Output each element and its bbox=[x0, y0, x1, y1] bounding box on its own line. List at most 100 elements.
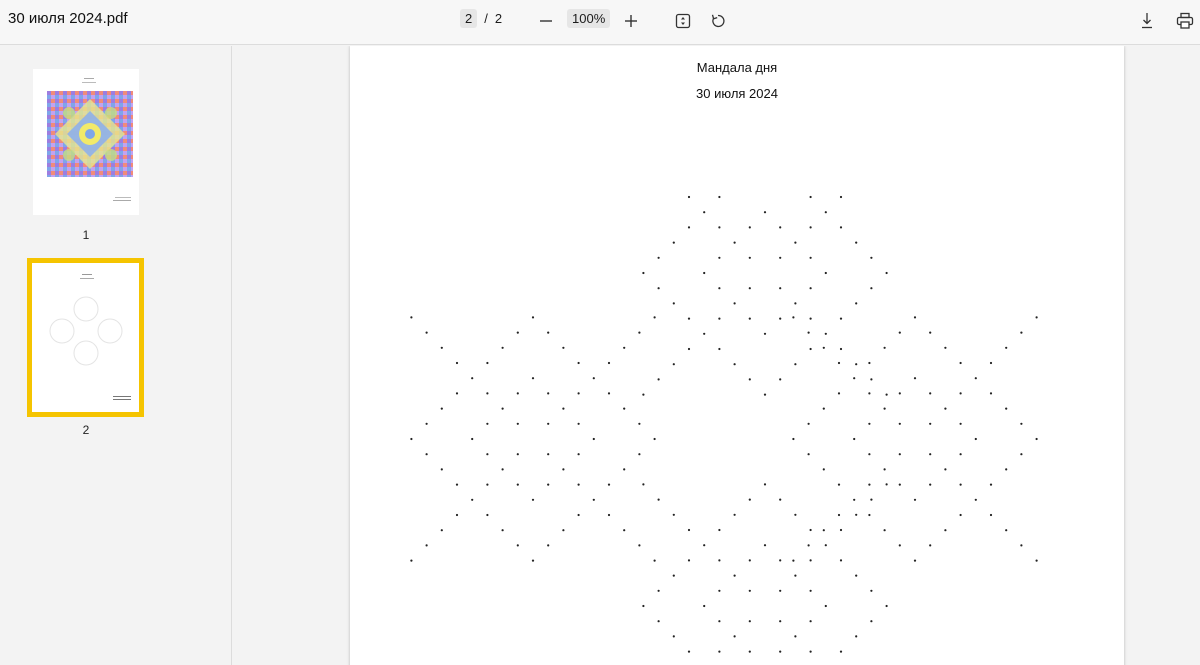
mandala-dot bbox=[779, 287, 782, 290]
thumbnail-page-1[interactable] bbox=[33, 69, 139, 215]
mandala-dot bbox=[868, 392, 871, 395]
mandala-dot bbox=[868, 453, 871, 456]
thumb-title-line bbox=[80, 278, 94, 279]
mandala-dot bbox=[657, 498, 660, 501]
mandala-dot bbox=[410, 316, 413, 319]
fit-page-icon bbox=[675, 13, 691, 29]
mandala-dot bbox=[531, 316, 535, 319]
mandala-dot bbox=[1020, 422, 1023, 425]
mandala-dot bbox=[703, 271, 706, 275]
mandala-dot bbox=[809, 620, 812, 623]
print-button[interactable] bbox=[1170, 7, 1200, 35]
mandala-dot bbox=[623, 346, 626, 349]
mandala-dot bbox=[883, 468, 886, 471]
mandala-dot bbox=[577, 392, 580, 395]
mandala-dot bbox=[792, 437, 795, 441]
mandala-dot bbox=[822, 407, 825, 410]
mandala-dot bbox=[687, 650, 691, 653]
thumb-title-line bbox=[82, 82, 96, 83]
mandala-dot bbox=[607, 392, 611, 395]
mandala-dot bbox=[839, 347, 843, 351]
mandala-dot bbox=[885, 483, 888, 486]
mandala-dot bbox=[547, 483, 550, 486]
mandala-dot bbox=[1035, 316, 1038, 319]
mandala-dot bbox=[547, 392, 550, 395]
rotate-button[interactable] bbox=[703, 7, 733, 35]
mandala-thumbnail-image bbox=[47, 91, 133, 177]
mandala-dot bbox=[607, 483, 611, 486]
mandala-dot bbox=[748, 498, 751, 501]
mandala-dot bbox=[718, 287, 721, 290]
mandala-dot bbox=[425, 453, 428, 456]
dot-mandala-image bbox=[410, 195, 1038, 653]
mandala-dot bbox=[657, 620, 660, 623]
mandala-dot bbox=[501, 407, 504, 410]
mandala-dot bbox=[1020, 331, 1023, 334]
mandala-dot bbox=[642, 393, 645, 396]
zoom-in-button[interactable] bbox=[616, 7, 646, 35]
thumb-title-line bbox=[84, 78, 94, 79]
thumb-footer-line bbox=[113, 399, 131, 400]
mandala-dot bbox=[607, 361, 611, 365]
mandala-dot bbox=[516, 392, 519, 395]
mandala-dot bbox=[531, 498, 535, 501]
mandala-dot bbox=[1005, 346, 1008, 349]
pdf-page: Мандала дня 30 июля 2024 bbox=[350, 46, 1124, 665]
mandala-dot bbox=[824, 271, 827, 275]
page-separator: / bbox=[484, 11, 488, 26]
mandala-dot bbox=[410, 437, 413, 441]
mandala-dot bbox=[440, 529, 443, 532]
mandala-dot bbox=[885, 393, 888, 396]
mandala-dot bbox=[516, 544, 519, 547]
mandala-dot bbox=[733, 363, 736, 366]
mandala-dot bbox=[1005, 468, 1008, 471]
mandala-dot bbox=[855, 241, 858, 244]
mandala-dot bbox=[748, 559, 751, 562]
mandala-dot bbox=[592, 437, 595, 441]
mandala-dot bbox=[809, 589, 812, 592]
mandala-dot bbox=[870, 378, 873, 381]
mandala-dot bbox=[638, 422, 641, 425]
mandala-dot bbox=[642, 483, 645, 486]
mandala-dot bbox=[913, 498, 917, 501]
mandala-dot bbox=[839, 528, 843, 532]
mandala-dot bbox=[763, 483, 767, 486]
mandala-dot bbox=[748, 226, 751, 229]
thumbnail-page-2[interactable] bbox=[32, 263, 139, 412]
mandala-dot bbox=[486, 422, 489, 425]
mandala-dot bbox=[868, 513, 871, 517]
mandala-dot bbox=[531, 559, 535, 562]
mandala-dot bbox=[837, 392, 841, 395]
fit-page-button[interactable] bbox=[668, 7, 698, 35]
download-button[interactable] bbox=[1132, 7, 1162, 35]
mandala-dot bbox=[501, 529, 504, 532]
thumb-footer-line bbox=[115, 197, 131, 198]
mandala-dot bbox=[870, 256, 873, 259]
document-viewer[interactable]: Мандала дня 30 июля 2024 bbox=[233, 46, 1200, 665]
mandala-dot bbox=[1035, 437, 1038, 441]
total-pages: 2 bbox=[494, 11, 503, 26]
mandala-dot bbox=[779, 317, 782, 320]
mandala-dot bbox=[794, 363, 797, 366]
mandala-dot bbox=[733, 241, 736, 244]
mandala-dot bbox=[989, 361, 993, 365]
mandala-dot bbox=[562, 346, 565, 349]
mandala-dot bbox=[672, 241, 675, 244]
mandala-dot bbox=[929, 544, 932, 547]
mandala-dot bbox=[547, 544, 550, 547]
mandala-dot bbox=[959, 453, 962, 456]
document-title: 30 июля 2024.pdf bbox=[8, 10, 128, 27]
mandala-dot bbox=[486, 453, 489, 456]
mandala-dot bbox=[989, 392, 993, 395]
mandala-dot bbox=[763, 393, 767, 396]
mandala-dot bbox=[562, 468, 565, 471]
mandala-dot bbox=[748, 287, 751, 290]
zoom-level[interactable]: 100% bbox=[567, 9, 611, 28]
mandala-dot bbox=[653, 437, 656, 441]
mandala-dot bbox=[516, 453, 519, 456]
zoom-out-button[interactable] bbox=[531, 7, 561, 35]
mandala-dot bbox=[748, 650, 751, 653]
mandala-dot bbox=[944, 407, 947, 410]
current-page-input[interactable]: 2 bbox=[460, 9, 478, 28]
mandala-dot bbox=[807, 453, 810, 456]
